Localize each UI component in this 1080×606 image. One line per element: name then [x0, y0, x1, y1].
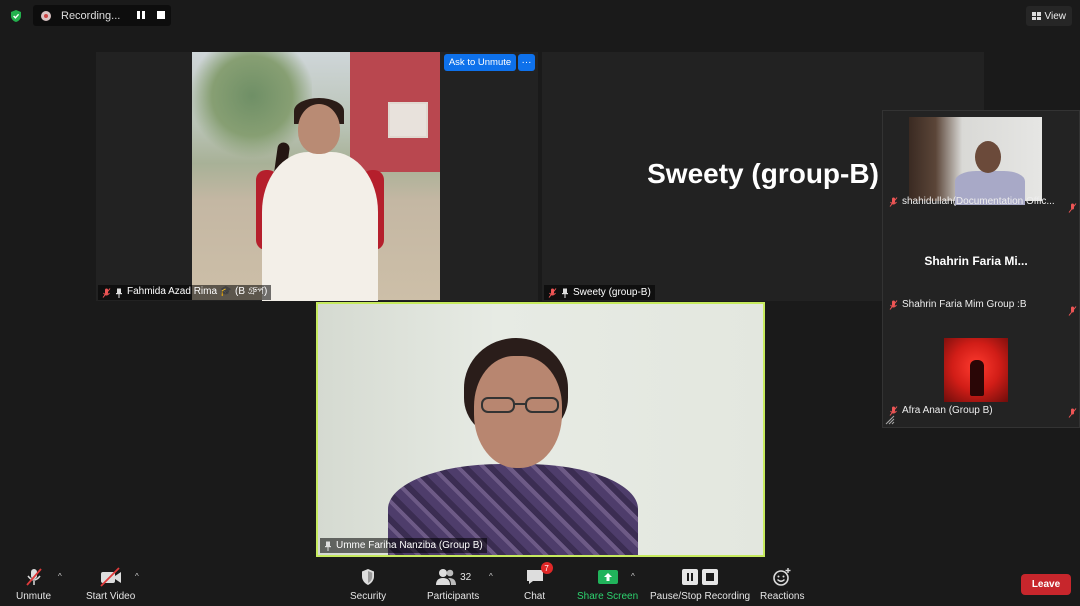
pause-recording-icon[interactable]: [137, 11, 145, 19]
more-options-button[interactable]: ···: [518, 54, 535, 71]
pause-icon: [682, 569, 699, 585]
share-screen-button[interactable]: Share Screen: [577, 566, 638, 602]
stop-recording-icon[interactable]: [157, 11, 165, 19]
share-screen-label: Share Screen: [577, 591, 639, 602]
mic-muted-icon: [889, 196, 898, 207]
resize-handle-icon[interactable]: [885, 415, 895, 425]
recording-indicator: Recording...: [33, 5, 171, 26]
chat-unread-badge: 7: [540, 562, 553, 574]
security-button[interactable]: Security: [350, 566, 386, 602]
participant-name-label: Afra Anan (Group B): [889, 405, 993, 416]
reactions-button[interactable]: Reactions: [760, 566, 804, 602]
zoom-meeting-window: Recording... View Fahmida Azad Rima 🎓 (B…: [0, 0, 1080, 606]
leave-button[interactable]: Leave: [1021, 574, 1071, 595]
start-video-label: Start Video: [86, 591, 136, 602]
pause-stop-recording-button[interactable]: Pause/Stop Recording: [650, 566, 750, 602]
participants-button[interactable]: 32 Participants: [427, 566, 479, 602]
participant-name-label: Shahrin Faria Mim Group :B: [889, 299, 1027, 310]
mic-muted-icon: [1068, 408, 1077, 418]
participant-name-label: Fahmida Azad Rima 🎓 (B গ্রুপ): [98, 285, 272, 300]
recording-dot-icon: [41, 10, 51, 21]
participants-options-chevron-icon[interactable]: ^: [489, 572, 493, 581]
mic-muted-icon: [1068, 306, 1077, 316]
participant-count: 32: [460, 571, 472, 583]
unmute-button[interactable]: Unmute: [16, 566, 51, 602]
view-label: View: [1044, 10, 1067, 22]
side-tile-shahrin[interactable]: Shahrin Faria Mi... Shahrin Faria Mim Gr…: [887, 214, 1065, 314]
reactions-label: Reactions: [760, 591, 805, 602]
pin-icon: [562, 288, 568, 298]
chat-button[interactable]: 7 Chat: [524, 562, 553, 602]
recording-label: Recording...: [61, 9, 121, 22]
microphone-muted-icon: [25, 568, 42, 586]
ask-to-unmute-button[interactable]: Ask to Unmute: [444, 54, 516, 71]
mic-muted-icon: [548, 287, 557, 298]
participant-name: Shahrin Faria Mim Group :B: [902, 299, 1027, 310]
video-off-icon: [100, 567, 121, 587]
share-screen-icon: [597, 570, 618, 584]
participants-icon: [436, 569, 457, 585]
video-tile-fahmida[interactable]: Fahmida Azad Rima 🎓 (B গ্রুপ): [96, 52, 538, 301]
security-shield-icon[interactable]: [9, 9, 23, 23]
participant-name-label: Umme Fariha Nanziba (Group B): [320, 538, 487, 553]
meeting-toolbar: Unmute ^ Start Video ^ Security 32 Parti…: [0, 560, 1080, 606]
view-button[interactable]: View: [1025, 6, 1072, 26]
chat-label: Chat: [524, 591, 546, 602]
unmute-label: Unmute: [16, 591, 52, 602]
mic-muted-icon: [889, 299, 898, 310]
participant-display-name: Shahrin Faria Mi...: [924, 254, 1028, 268]
pause-stop-recording-label: Pause/Stop Recording: [650, 591, 751, 602]
start-video-button[interactable]: Start Video: [86, 566, 135, 602]
reactions-emoji-icon: [773, 568, 791, 586]
stop-icon: [702, 569, 719, 585]
gallery-side-panel: shahidullah(Documentation Offic... Shahr…: [882, 110, 1080, 428]
participant-name: shahidullah(Documentation Offic...: [902, 196, 1055, 207]
participant-photo: [192, 52, 440, 301]
participant-name: Afra Anan (Group B): [902, 405, 993, 416]
participant-name: Umme Fariha Nanziba (Group B): [336, 540, 483, 551]
grid-view-icon: [1031, 12, 1041, 20]
participant-video: [909, 117, 1042, 205]
shield-icon: [362, 569, 375, 585]
participant-name: Fahmida Azad Rima 🎓 (B গ্রুপ): [127, 286, 268, 297]
share-options-chevron-icon[interactable]: ^: [631, 572, 635, 581]
audio-options-chevron-icon[interactable]: ^: [58, 572, 62, 581]
pin-icon: [325, 541, 331, 551]
participant-name-label: Sweety (group-B): [544, 285, 655, 300]
participant-photo: [944, 338, 1008, 402]
mic-muted-icon: [1068, 203, 1077, 213]
mic-muted-icon: [889, 405, 898, 416]
participant-name: Sweety (group-B): [573, 287, 651, 298]
security-label: Security: [350, 591, 387, 602]
side-tile-shahidullah[interactable]: shahidullah(Documentation Offic...: [887, 111, 1065, 211]
video-options-chevron-icon[interactable]: ^: [135, 572, 139, 581]
side-tile-afra[interactable]: Afra Anan (Group B): [887, 332, 1065, 420]
participant-name-label: shahidullah(Documentation Offic...: [889, 196, 1055, 207]
mic-muted-icon: [102, 287, 111, 298]
pin-icon: [116, 288, 122, 298]
participants-label: Participants: [427, 591, 480, 602]
active-speaker-tile[interactable]: Umme Fariha Nanziba (Group B): [316, 302, 765, 557]
